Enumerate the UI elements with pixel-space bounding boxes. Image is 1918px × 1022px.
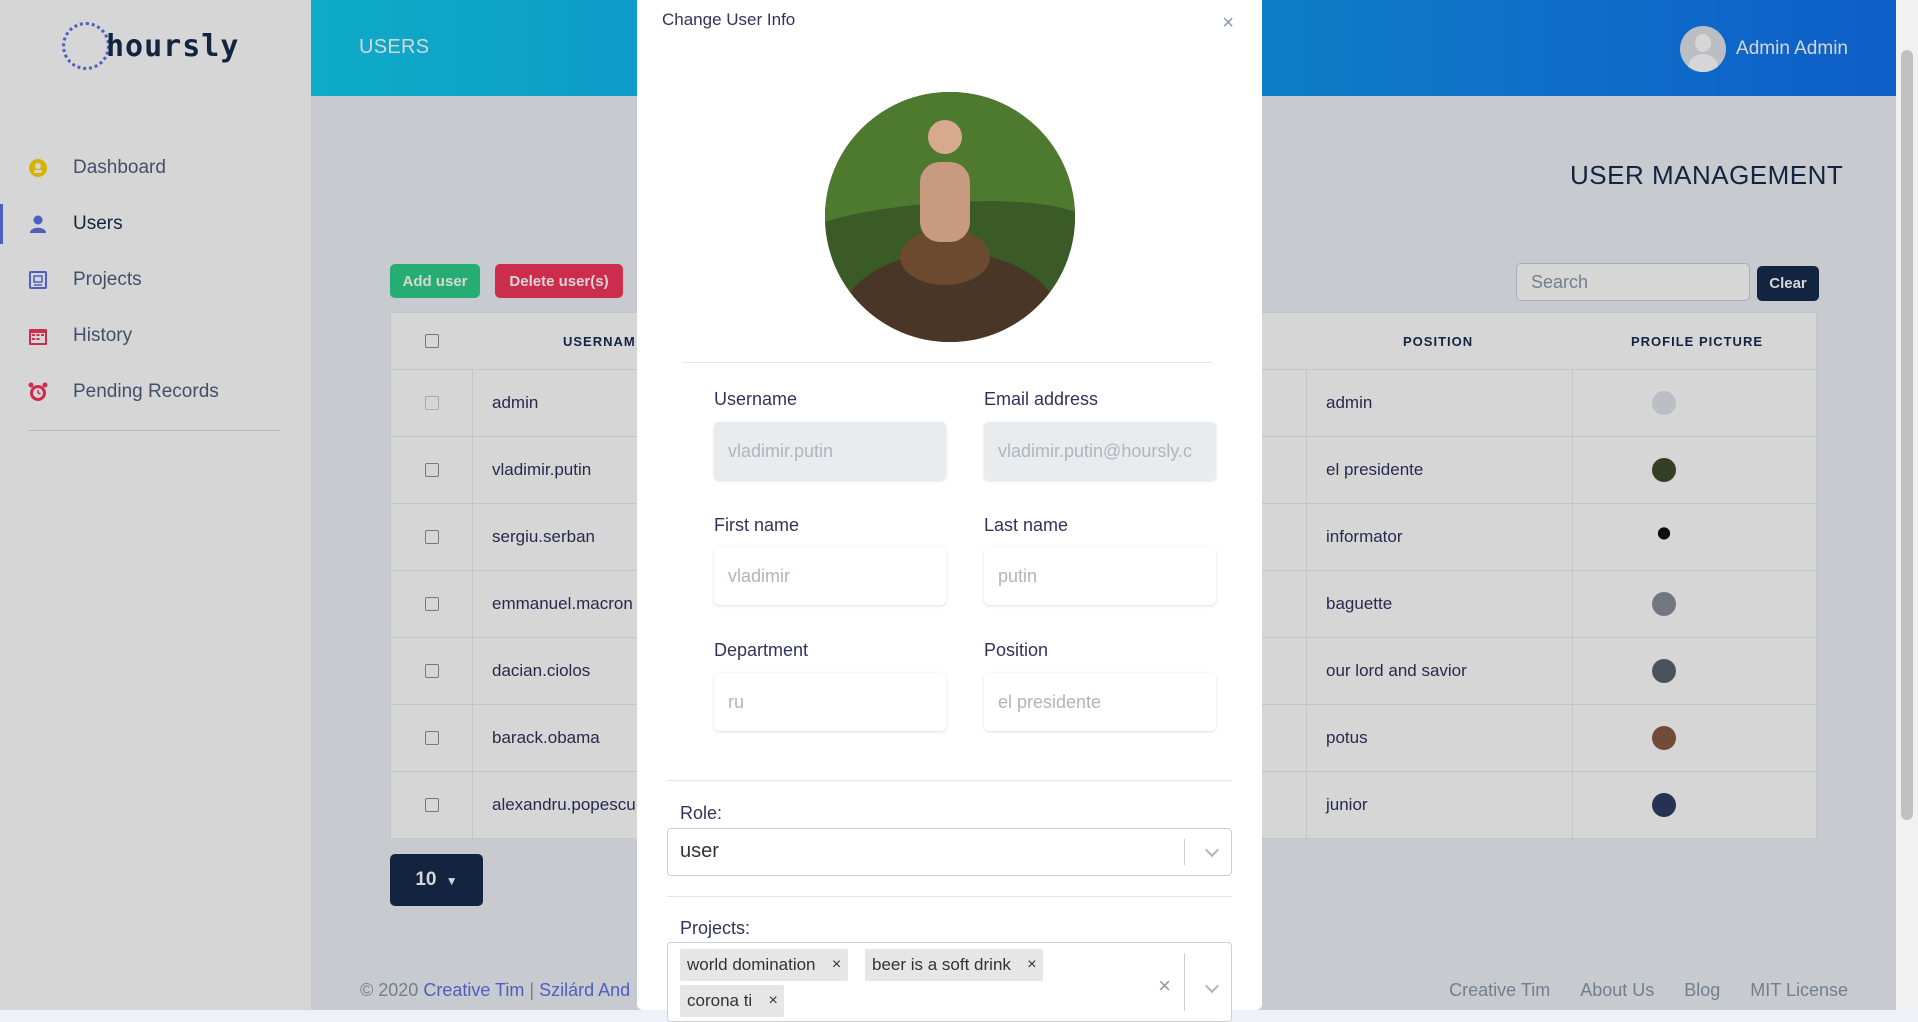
projects-multiselect[interactable]: world domination × beer is a soft drink … <box>667 942 1232 1022</box>
close-icon[interactable]: × <box>1222 12 1234 35</box>
modal-divider <box>667 896 1232 897</box>
page-scrollbar[interactable] <box>1896 0 1918 1010</box>
last-name-field[interactable]: putin <box>984 547 1216 605</box>
profile-photo[interactable] <box>825 92 1075 342</box>
projects-label: Projects: <box>680 918 751 938</box>
remove-chip-icon[interactable]: × <box>762 992 784 1010</box>
modal-divider <box>667 780 1232 781</box>
chevron-down-icon[interactable] <box>1204 978 1220 994</box>
remove-chip-icon[interactable]: × <box>1021 956 1043 974</box>
position-field[interactable]: el presidente <box>984 673 1216 731</box>
project-chip-label: world domination <box>687 955 816 974</box>
role-label: Role: <box>680 803 723 823</box>
email-field: vladimir.putin@hoursly.c <box>984 422 1216 480</box>
first-name-label: First name <box>714 515 800 535</box>
project-chip-label: corona ti <box>687 991 753 1010</box>
change-user-info-modal: Change User Info × Username vladimir.put… <box>637 0 1262 1022</box>
clear-all-icon[interactable]: × <box>1158 973 1171 999</box>
department-label: Department <box>714 640 809 660</box>
department-field[interactable]: ru <box>714 673 946 731</box>
project-chip: beer is a soft drink × <box>865 949 1043 981</box>
scroll-thumb[interactable] <box>1901 50 1913 820</box>
email-label: Email address <box>984 389 1099 409</box>
modal-divider <box>682 362 1212 363</box>
role-value: user <box>680 840 719 862</box>
profile-photo-image <box>825 92 1075 342</box>
role-select[interactable]: user <box>667 828 1232 876</box>
select-separator <box>1184 953 1185 1011</box>
modal-title: Change User Info <box>662 10 796 29</box>
first-name-field[interactable]: vladimir <box>714 547 946 605</box>
project-chip-label: beer is a soft drink <box>872 955 1011 974</box>
chevron-down-icon[interactable] <box>1204 842 1220 858</box>
username-label: Username <box>714 389 798 409</box>
username-field: vladimir.putin <box>714 422 946 480</box>
last-name-label: Last name <box>984 515 1069 535</box>
select-separator <box>1184 839 1185 865</box>
project-chip: corona ti × <box>680 985 785 1017</box>
remove-chip-icon[interactable]: × <box>826 956 848 974</box>
position-label: Position <box>984 640 1049 660</box>
project-chip: world domination × <box>680 949 848 981</box>
